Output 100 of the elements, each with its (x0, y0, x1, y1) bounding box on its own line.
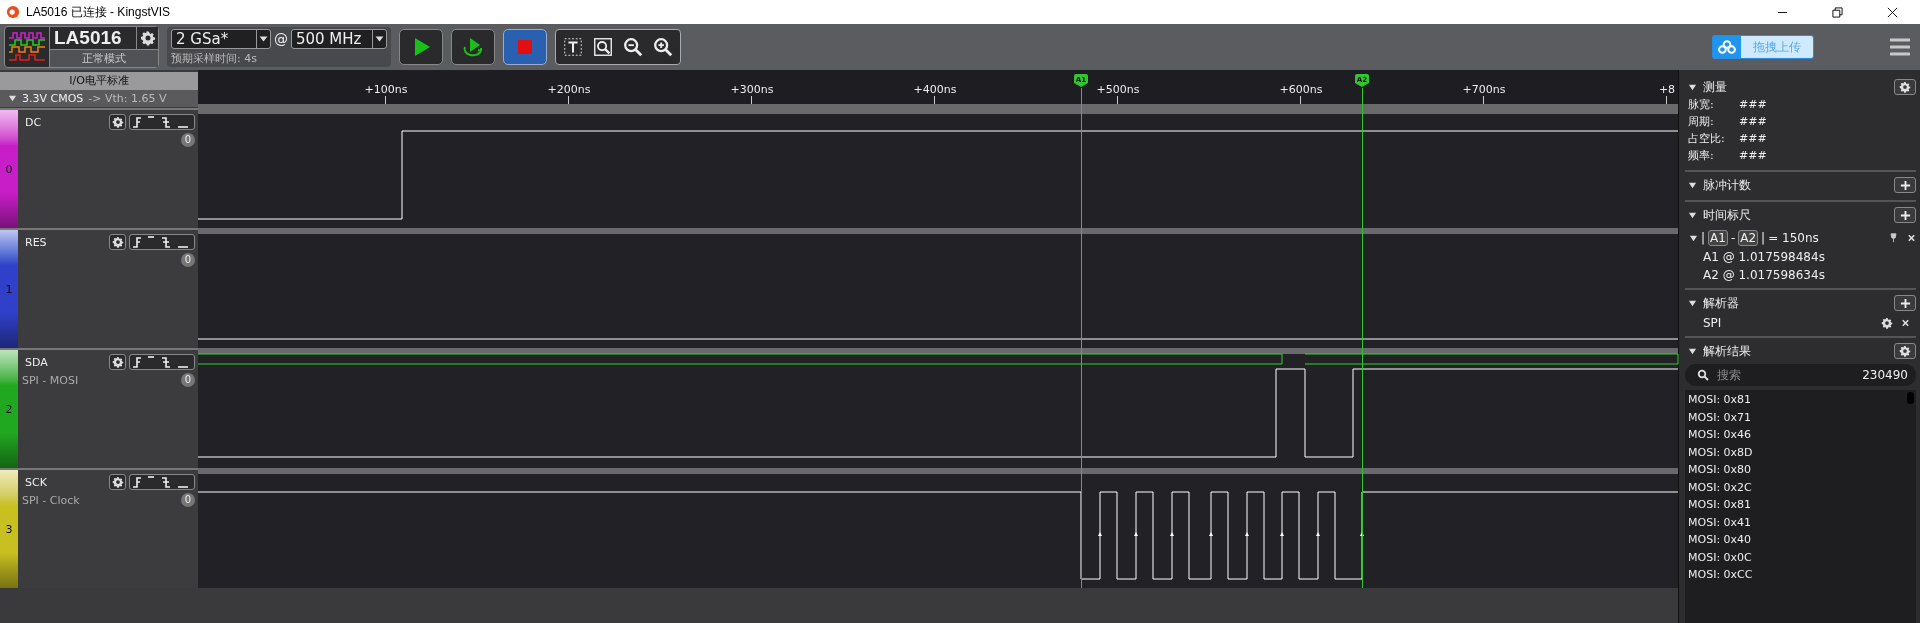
trigger-selector[interactable] (129, 234, 195, 250)
result-row[interactable]: MOSI: 0x41 (1688, 513, 1752, 531)
tick-label: +700ns (1462, 83, 1506, 96)
plus-icon (1899, 297, 1911, 309)
io-standard-title: I/O电平标准 (0, 72, 198, 90)
result-row[interactable]: MOSI: 0x71 (1688, 408, 1752, 426)
edge-count: 0 (181, 253, 195, 267)
measure-value: ### (1739, 98, 1767, 111)
add-button[interactable] (1894, 295, 1916, 311)
collapse-icon[interactable] (1688, 180, 1697, 190)
channel-name: SDA (24, 355, 49, 369)
sample-rate-dropdown[interactable]: 500 MHz (290, 29, 387, 49)
edge-count: 0 (181, 373, 195, 387)
measure-value: ### (1739, 132, 1767, 145)
channel-settings-button[interactable] (109, 114, 126, 130)
result-row[interactable]: MOSI: 0xCC (1688, 566, 1753, 584)
sample-depth-dropdown[interactable]: 2 GSa* (171, 29, 271, 49)
channel-settings-button[interactable] (109, 354, 126, 370)
result-row[interactable]: MOSI: 0x81 (1688, 496, 1752, 514)
result-row[interactable]: MOSI: 0x2C (1688, 478, 1752, 496)
text-select-icon[interactable] (562, 36, 584, 58)
collapse-icon[interactable] (1688, 346, 1697, 356)
result-row[interactable]: MOSI: 0x8D (1688, 443, 1753, 461)
cursor-tag: A1 (1708, 230, 1728, 246)
device-name: LA5016 (53, 27, 123, 49)
bar-sign: | (1761, 231, 1766, 245)
result-row[interactable]: MOSI: 0x80 (1688, 461, 1752, 479)
collapse-icon[interactable] (1688, 298, 1697, 308)
gear-icon (1899, 81, 1911, 93)
zoom-out-icon[interactable] (622, 36, 644, 58)
collapse-icon[interactable] (1688, 210, 1697, 220)
settings-button[interactable] (136, 27, 158, 49)
caret-icon (372, 30, 386, 48)
io-standard-dropdown[interactable]: 3.3V CMOS -> Vth: 1.65 V (0, 90, 198, 107)
gear-icon (111, 356, 124, 368)
decoder-name[interactable]: SPI (1703, 316, 1722, 330)
gear-icon (111, 236, 124, 248)
channel-index: 0 (5, 162, 13, 176)
cursor-tag: A2 (1738, 230, 1759, 246)
minus-sign: - (1730, 231, 1736, 245)
measure-label: 频率: (1688, 148, 1715, 163)
measure-label: 脉宽: (1688, 97, 1715, 112)
section-title: 测量 (1703, 78, 1727, 96)
tick-label: +600ns (1279, 83, 1323, 96)
close-icon[interactable] (1887, 6, 1898, 18)
pin-icon[interactable] (1889, 233, 1898, 243)
trigger-selector[interactable] (129, 474, 195, 490)
expected-time: 预期采样时间: 4s (171, 51, 258, 66)
collapse-icon[interactable] (1688, 82, 1697, 92)
measure-value: ### (1739, 115, 1767, 128)
section-title: 解析结果 (1703, 342, 1751, 360)
edge-count: 0 (181, 133, 195, 147)
loop-play-icon (461, 35, 485, 59)
caret-icon (255, 30, 270, 48)
channel-index: 3 (5, 522, 13, 536)
channel-index: 2 (5, 402, 13, 416)
plus-icon (1899, 209, 1911, 221)
start-button[interactable] (399, 29, 443, 65)
restore-icon[interactable] (1832, 6, 1843, 18)
bar-sign: | (1701, 231, 1706, 245)
collapse-icon[interactable] (1689, 233, 1698, 243)
channel-name: DC (24, 115, 43, 129)
channel-settings-button[interactable] (109, 474, 126, 490)
tick-label: +8 (1658, 83, 1676, 96)
channel-name: SCK (24, 475, 48, 489)
result-row[interactable]: MOSI: 0x40 (1688, 531, 1752, 549)
tick-label: +200ns (547, 83, 591, 96)
channel-index: 1 (5, 282, 13, 296)
zoom-in-icon[interactable] (652, 36, 674, 58)
channel-settings-button[interactable] (109, 234, 126, 250)
result-row[interactable]: MOSI: 0x46 (1688, 426, 1752, 444)
settings-button[interactable] (1894, 343, 1916, 359)
tick-label: +300ns (730, 83, 774, 96)
edge-count: 0 (181, 493, 195, 507)
loop-button[interactable] (451, 29, 495, 65)
settings-button[interactable] (1894, 79, 1916, 95)
settings-icon[interactable] (1881, 317, 1893, 329)
cursor-time: A2 @ 1.017598634s (1702, 268, 1826, 282)
device-mode: 正常模式 (50, 49, 158, 67)
zoom-fit-icon[interactable] (592, 36, 614, 58)
add-button[interactable] (1894, 207, 1916, 223)
gear-icon (111, 476, 124, 488)
section-title: 时间标尺 (1703, 206, 1751, 224)
scrollbar-thumb[interactable] (1907, 392, 1914, 404)
menu-icon[interactable] (1890, 38, 1910, 56)
trigger-selector[interactable] (129, 354, 195, 370)
stop-button[interactable] (503, 29, 547, 65)
measure-value: ### (1739, 149, 1767, 162)
result-row[interactable]: MOSI: 0x81 (1688, 391, 1752, 409)
search-icon (1697, 369, 1709, 381)
gear-icon (111, 116, 124, 128)
add-button[interactable] (1894, 177, 1916, 193)
time-delta: = 150ns (1768, 231, 1819, 245)
result-row[interactable]: MOSI: 0x0C (1688, 548, 1752, 566)
trigger-selector[interactable] (129, 114, 195, 130)
cursor-time: A1 @ 1.017598484s (1702, 250, 1826, 264)
gear-icon (139, 30, 156, 46)
tick-label: +400ns (913, 83, 957, 96)
measure-label: 周期: (1688, 114, 1715, 129)
tick-label: +100ns (364, 83, 408, 96)
